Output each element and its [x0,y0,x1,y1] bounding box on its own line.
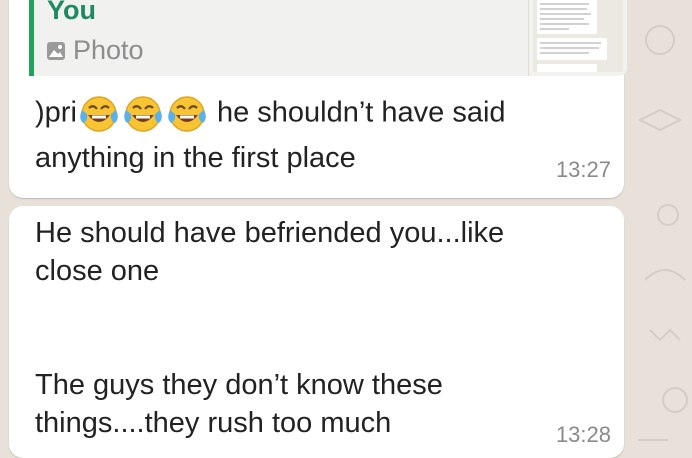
message-text-end: he shouldn’t have said [208,96,506,129]
message-bubble-reply[interactable]: You Photo)pri he shouldn’t have said an… [9,0,627,198]
quoted-message[interactable]: You Photo [29,0,627,76]
message-line-2: close one [35,255,160,287]
message-bubble[interactable]: He should have befriended you...like clo… [9,206,624,458]
quote-type-label: Photo [73,35,144,65]
message-text-line-2: anything in the first place [35,142,356,174]
tears-of-joy-emoji-icon [168,96,206,132]
thumbnail-image [533,0,623,72]
message-line-5: The guys they don’t know these [35,369,443,401]
message-line-1: He should have befriended you...like [35,217,505,249]
tears-of-joy-emoji-icon [124,96,162,132]
quote-accent-bar [29,0,34,76]
message-time: 13:28 [555,422,611,447]
photo-icon [47,41,65,60]
message-line-6: things....they rush too much [35,407,392,439]
quoted-photo-thumbnail[interactable] [528,0,627,76]
message-text-start: )pri [35,96,77,129]
tears-of-joy-emoji-icon [80,96,118,132]
message-text: )pri he shouldn’t have said [35,93,506,135]
message-time: 13:27 [555,157,611,182]
quote-type: Photo [47,35,144,66]
quote-author: You [47,0,96,25]
